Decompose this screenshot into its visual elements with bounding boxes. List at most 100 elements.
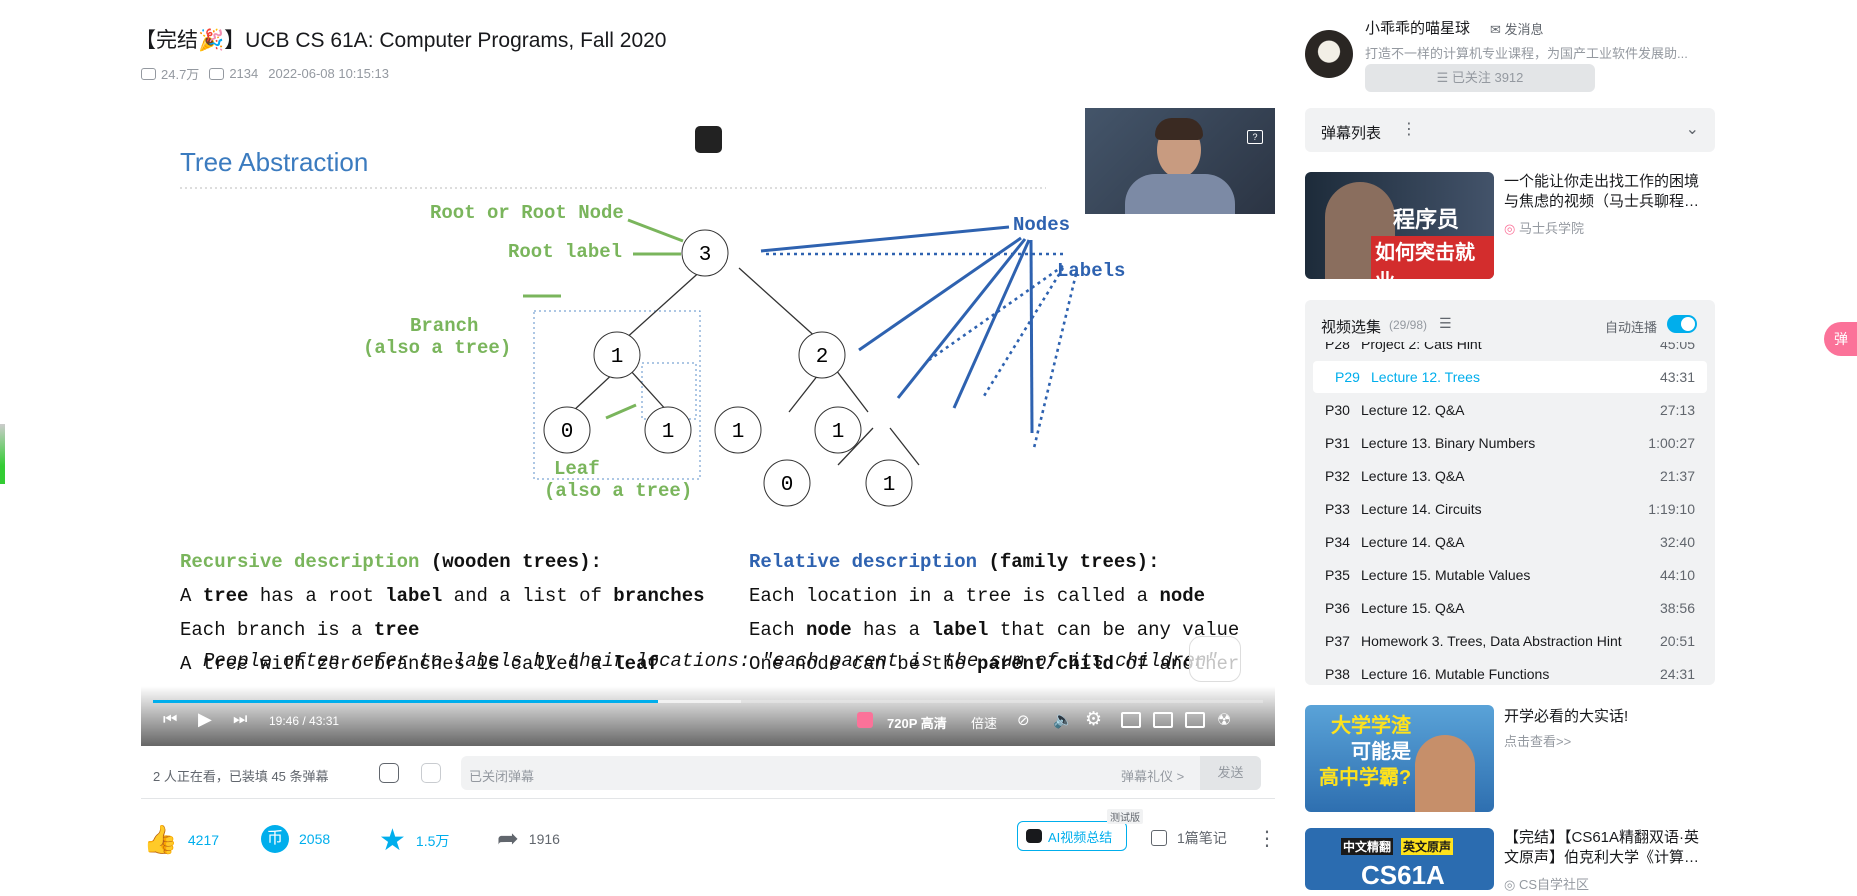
episode-number: P32 <box>1325 468 1350 484</box>
desc-run: and a list of <box>442 585 613 607</box>
quality-button[interactable]: 720P 高清 <box>887 713 947 732</box>
episode-item[interactable]: P30 Lecture 12. Q&A 27:13 <box>1313 394 1707 426</box>
episode-number: P31 <box>1325 435 1350 451</box>
episode-duration: 32:40 <box>1659 534 1695 550</box>
episode-header: 视频选集 <box>1321 319 1382 336</box>
episode-item[interactable]: P37 Homework 3. Trees, Data Abstraction H… <box>1313 625 1707 657</box>
uploader-avatar[interactable] <box>1305 30 1353 78</box>
note-icon <box>1151 830 1167 846</box>
coin-button[interactable]: 币 2058 <box>261 825 330 853</box>
notes-label: 1篇笔记 <box>1177 830 1227 846</box>
episode-title: Lecture 15. Mutable Values <box>1361 567 1531 583</box>
episode-number: P34 <box>1325 534 1350 550</box>
mirror-toggle-icon[interactable] <box>695 126 722 153</box>
progress-track[interactable] <box>153 700 1263 703</box>
episode-item[interactable]: P31 Lecture 13. Binary Numbers 1:00:27 <box>1313 427 1707 459</box>
danmaku-input[interactable]: 已关闭弹幕 弹幕礼仪 > 发送 <box>461 756 1261 790</box>
danmaku-etiquette-link[interactable]: 弹幕礼仪 > <box>1121 766 1184 785</box>
episode-title: Lecture 15. Q&A <box>1361 600 1465 616</box>
episode-number: P30 <box>1325 402 1350 418</box>
episode-duration: 38:56 <box>1659 600 1695 616</box>
recommend-title-3-line2: 文原声】伯克利大学《计算… <box>1504 849 1700 866</box>
ai-summary-button[interactable]: AI视频总结 <box>1017 821 1127 851</box>
slide-footer: People often refer to labels by their lo… <box>203 650 1218 672</box>
danmaku-send-button[interactable]: 发送 <box>1200 756 1261 790</box>
recommend-title-1[interactable]: 一个能让你走出找工作的困境 与焦虑的视频（马士兵聊程… <box>1504 172 1719 212</box>
message-link[interactable]: ✉ 发消息 <box>1490 19 1544 38</box>
autoplay-toggle[interactable] <box>1667 315 1697 333</box>
next-button[interactable]: ⏭ <box>233 711 247 729</box>
chevron-down-icon[interactable]: ⌄ <box>1686 119 1699 139</box>
viewer-status: 2 人正在看，已装填 45 条弹幕 <box>153 769 329 784</box>
list-view-icon[interactable]: ☰ <box>1439 315 1452 332</box>
episode-item-active[interactable]: P29 Lecture 12. Trees 43:31 <box>1313 361 1707 393</box>
pip-icon[interactable] <box>1121 712 1141 728</box>
danmaku-settings-icon[interactable] <box>421 763 441 783</box>
favorite-button[interactable]: ★ 1.5万 <box>379 823 449 858</box>
danmaku-toggle-icon[interactable] <box>379 763 399 783</box>
floating-translate-badge[interactable]: 弹 <box>1824 322 1857 356</box>
more-icon[interactable]: ⋮ <box>1257 826 1277 851</box>
episode-rows: P28 Project 2: Cats Hint 45:05 P29 Lecture 1… <box>1305 342 1715 685</box>
recommend-thumb-2[interactable]: 大学学渣 可能是 高中学霸? <box>1305 705 1494 812</box>
center-play-icon[interactable] <box>1189 636 1241 682</box>
views: 24.7万 <box>141 64 199 83</box>
danmaku-list-header[interactable]: 弹幕列表 ⋮ ⌄ <box>1305 108 1715 152</box>
like-count: 4217 <box>187 831 220 848</box>
episode-item[interactable]: P35 Lecture 15. Mutable Values 44:10 <box>1313 559 1707 591</box>
progress-played <box>153 700 659 703</box>
volume-icon[interactable]: 🔈 <box>1053 710 1073 730</box>
episode-item[interactable]: P32 Lecture 13. Q&A 21:37 <box>1313 460 1707 492</box>
share-button[interactable]: ➦ 1916 <box>497 823 560 854</box>
danmaku-count-value: 2134 <box>229 66 259 81</box>
danmaku-list-more-icon[interactable]: ⋮ <box>1401 119 1417 139</box>
episode-item[interactable]: P38 Lecture 16. Mutable Functions 24:31 <box>1313 658 1707 685</box>
recommend-author-3[interactable]: ◎ CS自学社区 <box>1504 874 1589 893</box>
thumb-up-icon: 👍 <box>143 824 178 855</box>
ai-subtitle-icon[interactable] <box>857 712 873 728</box>
autoplay-label: 自动连播 <box>1605 320 1658 335</box>
label-leaf-sub: (also a tree) <box>544 480 692 502</box>
wide-screen-icon[interactable] <box>1153 712 1173 728</box>
episode-number: P35 <box>1325 567 1350 583</box>
right-line-1: Each location in a tree is called a node <box>749 585 1205 607</box>
play-button[interactable]: ▶ <box>198 709 212 730</box>
recommend-thumb-3[interactable]: 中文精翻 英文原声 CS61A <box>1305 828 1494 890</box>
node-b0-label: 1 <box>732 421 745 444</box>
notes-button[interactable]: 1篇笔记 <box>1151 828 1227 848</box>
fullscreen-icon[interactable]: ☢ <box>1217 710 1231 730</box>
help-icon[interactable]: ? <box>1247 130 1263 144</box>
recommend-title-2[interactable]: 开学必看的大实话! <box>1504 705 1628 726</box>
episode-title: Lecture 16. Mutable Functions <box>1361 666 1550 682</box>
settings-icon[interactable]: ⚙ <box>1085 708 1102 731</box>
like-button[interactable]: 👍 4217 <box>143 823 219 856</box>
prev-button[interactable]: ⏮ <box>163 711 177 729</box>
thumb3-text-1: 中文精翻 <box>1341 838 1394 855</box>
episode-title: Lecture 13. Binary Numbers <box>1361 435 1536 451</box>
desc-run: node <box>1159 585 1205 607</box>
episode-item[interactable]: P36 Lecture 15. Q&A 38:56 <box>1313 592 1707 624</box>
speed-button[interactable]: 倍速 <box>971 713 997 732</box>
thumb2-person <box>1415 735 1475 812</box>
episode-item[interactable]: P28 Project 2: Cats Hint 45:05 <box>1313 342 1707 360</box>
desc-run: label <box>385 585 442 607</box>
publish-date: 2022-06-08 10:15:13 <box>268 66 389 81</box>
web-fullscreen-icon[interactable] <box>1185 712 1205 728</box>
recommend-author-2[interactable]: 点击查看>> <box>1504 731 1571 750</box>
subtitle-off-icon[interactable]: ⊘ <box>1017 711 1030 729</box>
episode-duration: 24:31 <box>1659 666 1695 682</box>
desc-run: label <box>931 619 988 641</box>
recommend-author-1[interactable]: ◎ 马士兵学院 <box>1504 218 1584 237</box>
uploader-name[interactable]: 小乖乖的喵星球 <box>1365 17 1470 38</box>
recommend-title-3[interactable]: 【完结】【CS61A精翻双语·英 文原声】伯克利大学《计算… <box>1504 828 1719 868</box>
recommend-thumb-1[interactable]: 程序员 如何突击就业 <box>1305 172 1494 279</box>
robot-icon <box>1026 829 1042 843</box>
presenter-hair <box>1155 118 1203 140</box>
episode-item[interactable]: P33 Lecture 14. Circuits 1:19:10 <box>1313 493 1707 525</box>
episode-item[interactable]: P34 Lecture 14. Q&A 32:40 <box>1313 526 1707 558</box>
video-player[interactable]: Tree Abstraction 3 1 2 0 1 1 1 0 1 Root … <box>141 108 1275 746</box>
follow-button[interactable]: ☰ 已关注 3912 <box>1365 64 1595 92</box>
left-edge-indicator[interactable] <box>0 424 5 484</box>
play-count-icon <box>141 67 156 80</box>
node-a0-label: 0 <box>561 421 574 444</box>
